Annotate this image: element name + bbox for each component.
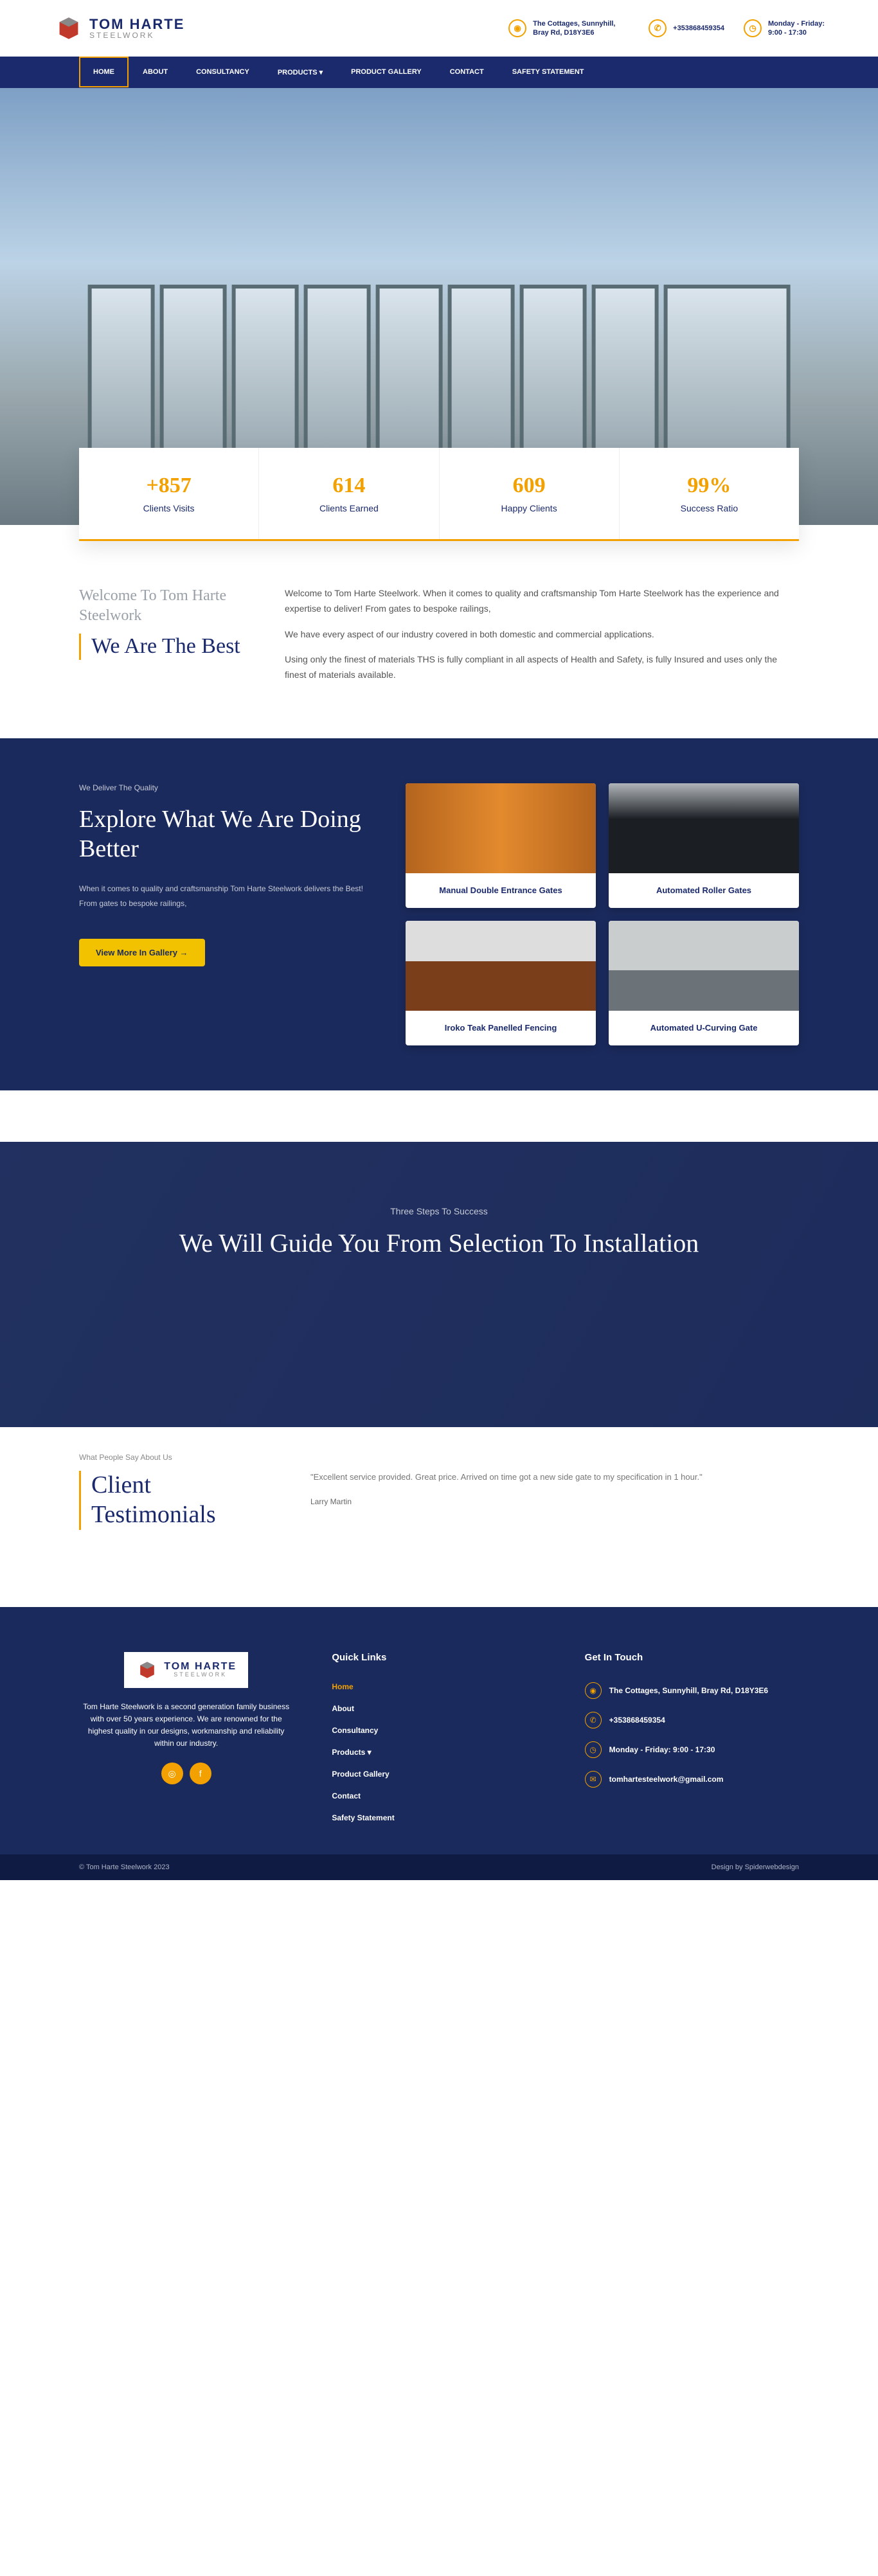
logo[interactable]: TOM HARTE STEELWORK	[53, 13, 184, 44]
nav-consultancy[interactable]: CONSULTANCY	[182, 57, 264, 88]
view-gallery-button[interactable]: View More In Gallery →	[79, 939, 205, 966]
explore-p1: When it comes to quality and craftsmansh…	[79, 883, 367, 895]
welcome-p2: We have every aspect of our industry cov…	[285, 627, 799, 643]
copyright: © Tom Harte Steelwork 2023	[79, 1863, 170, 1871]
map-pin-icon: ◉	[585, 1682, 602, 1699]
git-email[interactable]: ✉tomhartesteelwork@gmail.com	[585, 1764, 799, 1794]
git-address: ◉The Cottages, Sunnyhill, Bray Rd, D18Y3…	[585, 1676, 799, 1705]
footer-link-contact[interactable]: Contact	[332, 1785, 546, 1807]
hours-value: 9:00 - 17:30	[768, 29, 807, 37]
git-hours: ◷Monday - Friday: 9:00 - 17:30	[585, 1735, 799, 1764]
phone-text: +353868459354	[673, 24, 724, 32]
phone-info[interactable]: ✆ +353868459354	[649, 19, 724, 37]
logo-icon	[136, 1658, 159, 1682]
testi-title: Client Testimonials	[79, 1471, 272, 1529]
address-text: The Cottages, Sunnyhill, Bray Rd, D18Y3E…	[533, 19, 629, 38]
clock-icon: ◷	[744, 19, 762, 37]
footer-link-gallery[interactable]: Product Gallery	[332, 1763, 546, 1785]
hours-label: Monday - Friday:	[768, 20, 825, 28]
bottom-bar: © Tom Harte Steelwork 2023 Design by Spi…	[0, 1854, 878, 1880]
testi-author: Larry Martin	[310, 1497, 799, 1506]
quick-links-heading: Quick Links	[332, 1652, 546, 1663]
welcome-p3: Using only the finest of materials THS i…	[285, 652, 799, 683]
stat-happy: 609 Happy Clients	[439, 448, 619, 539]
hours-info: ◷ Monday - Friday:9:00 - 17:30	[744, 19, 825, 38]
welcome-title: We Are The Best	[79, 634, 246, 660]
card-roller-gates[interactable]: Automated Roller Gates	[609, 783, 799, 908]
guide-subtitle: Three Steps To Success	[0, 1206, 878, 1216]
mail-icon: ✉	[585, 1771, 602, 1788]
footer-quick-links: Quick Links Home About Consultancy Produ…	[332, 1652, 546, 1829]
footer-link-products[interactable]: Products	[332, 1741, 546, 1763]
footer-about-text: Tom Harte Steelwork is a second generati…	[79, 1701, 293, 1750]
explore-p2: From gates to bespoke railings,	[79, 898, 367, 910]
brand-line2: STEELWORK	[89, 31, 184, 39]
guide-section: Three Steps To Success We Will Guide You…	[0, 1142, 878, 1427]
footer-about: TOM HARTE STEELWORK Tom Harte Steelwork …	[79, 1652, 293, 1829]
logo-icon	[53, 13, 84, 44]
address-info: ◉ The Cottages, Sunnyhill, Bray Rd, D18Y…	[508, 19, 629, 38]
git-phone[interactable]: ✆+353868459354	[585, 1705, 799, 1735]
nav-gallery[interactable]: PRODUCT GALLERY	[337, 57, 436, 88]
welcome-section: Welcome To Tom Harte Steelwork We Are Th…	[79, 541, 799, 738]
main-nav: HOME ABOUT CONSULTANCY PRODUCTS PRODUCT …	[0, 57, 878, 88]
clock-icon: ◷	[585, 1741, 602, 1758]
explore-section: We Deliver The Quality Explore What We A…	[0, 738, 878, 1090]
stat-visits: +857 Clients Visits	[79, 448, 258, 539]
stat-ratio: 99% Success Ratio	[619, 448, 799, 539]
map-pin-icon: ◉	[508, 19, 526, 37]
card-teak-fencing[interactable]: Iroko Teak Panelled Fencing	[406, 921, 596, 1045]
facebook-icon[interactable]: f	[190, 1763, 211, 1784]
topbar: TOM HARTE STEELWORK ◉ The Cottages, Sunn…	[53, 0, 825, 57]
card-manual-gates[interactable]: Manual Double Entrance Gates	[406, 783, 596, 908]
footer-logo[interactable]: TOM HARTE STEELWORK	[124, 1652, 248, 1688]
nav-about[interactable]: ABOUT	[129, 57, 182, 88]
welcome-subtitle: Welcome To Tom Harte Steelwork	[79, 586, 246, 626]
stats-row: +857 Clients Visits 614 Clients Earned 6…	[79, 448, 799, 541]
brand-line1: TOM HARTE	[89, 17, 184, 31]
footer-link-safety[interactable]: Safety Statement	[332, 1807, 546, 1829]
design-credit[interactable]: Design by Spiderwebdesign	[712, 1863, 799, 1871]
footer-get-in-touch: Get In Touch ◉The Cottages, Sunnyhill, B…	[585, 1652, 799, 1829]
explore-subtitle: We Deliver The Quality	[79, 783, 367, 792]
stat-earned: 614 Clients Earned	[258, 448, 438, 539]
nav-safety[interactable]: SAFETY STATEMENT	[498, 57, 598, 88]
testi-subtitle: What People Say About Us	[79, 1453, 799, 1462]
footer-link-consultancy[interactable]: Consultancy	[332, 1719, 546, 1741]
nav-home[interactable]: HOME	[79, 57, 129, 88]
phone-icon: ✆	[585, 1712, 602, 1728]
instagram-icon[interactable]: ◎	[161, 1763, 183, 1784]
phone-icon: ✆	[649, 19, 667, 37]
footer: TOM HARTE STEELWORK Tom Harte Steelwork …	[0, 1607, 878, 1854]
guide-title: We Will Guide You From Selection To Inst…	[0, 1227, 878, 1260]
footer-link-about[interactable]: About	[332, 1698, 546, 1719]
welcome-p1: Welcome to Tom Harte Steelwork. When it …	[285, 586, 799, 617]
footer-link-home[interactable]: Home	[332, 1676, 546, 1698]
git-heading: Get In Touch	[585, 1652, 799, 1663]
explore-title: Explore What We Are Doing Better	[79, 805, 367, 864]
testimonials-section: What People Say About Us Client Testimon…	[79, 1414, 799, 1606]
card-u-curving-gate[interactable]: Automated U-Curving Gate	[609, 921, 799, 1045]
nav-products[interactable]: PRODUCTS	[264, 57, 337, 88]
testi-quote: "Excellent service provided. Great price…	[310, 1471, 799, 1484]
nav-contact[interactable]: CONTACT	[436, 57, 498, 88]
